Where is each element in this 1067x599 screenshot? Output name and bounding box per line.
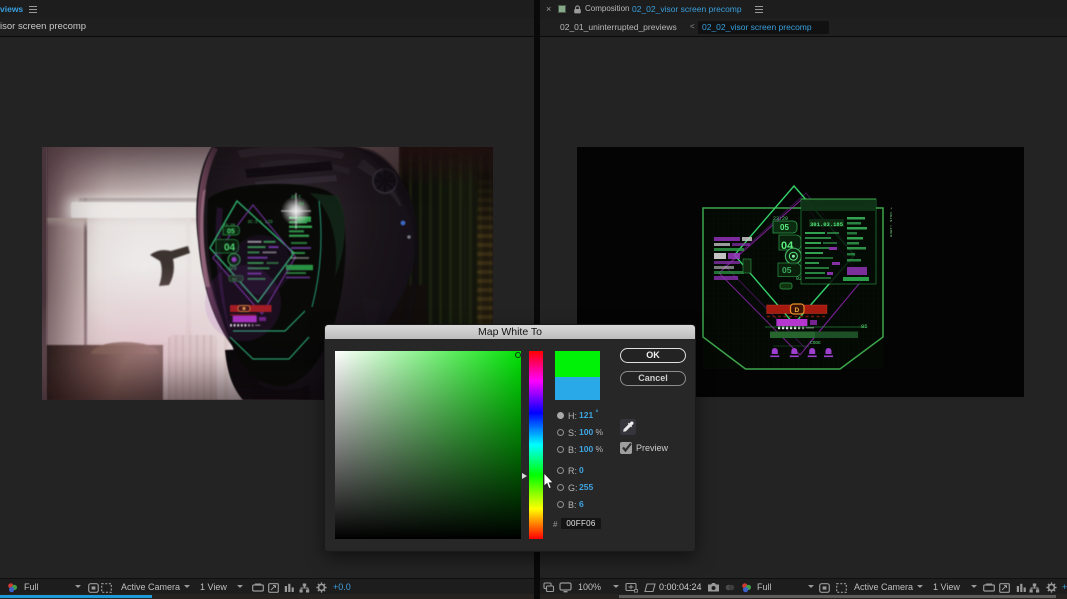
svg-text:301.03.185: 301.03.185 [810,221,844,228]
svg-text:05: 05 [782,265,792,275]
svg-text:85: 85 [861,323,868,330]
svg-text:D: D [795,307,800,314]
svg-text:05: 05 [780,223,789,232]
svg-text:CODE: CODE [810,340,821,346]
svg-text:+ OBIK TIMER: + OBIK TIMER [888,207,892,238]
